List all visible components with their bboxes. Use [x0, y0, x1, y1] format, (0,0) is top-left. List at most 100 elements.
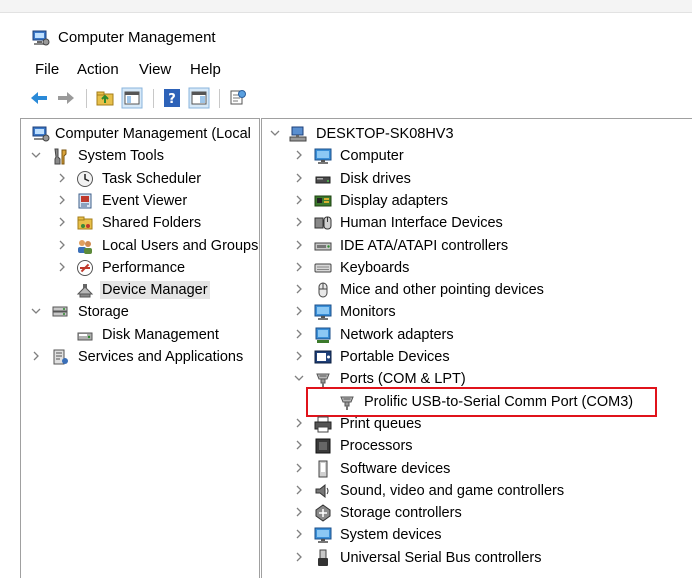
chevron-right-icon[interactable]: [55, 237, 69, 253]
clock-icon: [76, 170, 94, 188]
console-tree-pane: Computer Management (Local System Tools Ta…: [20, 118, 260, 578]
device-category-item-keyboards[interactable]: Keyboards: [262, 257, 692, 279]
chevron-right-icon[interactable]: [55, 259, 69, 275]
device-category-item-processors[interactable]: Processors: [262, 435, 692, 457]
chevron-right-icon[interactable]: [292, 549, 306, 565]
device-category-item-portable-devices[interactable]: Portable Devices: [262, 346, 692, 368]
device-category-item-label: Monitors: [340, 304, 396, 321]
device-category-item-label: Disk drives: [340, 170, 411, 187]
device-category-item-display-adapters[interactable]: Display adapters: [262, 190, 692, 212]
menu-bar: File Action View Help: [0, 58, 692, 82]
device-category-item-label: Portable Devices: [340, 349, 450, 365]
menu-action[interactable]: Action: [75, 60, 121, 79]
tree-item-storage[interactable]: Storage: [21, 301, 259, 323]
console-tree-icon[interactable]: [121, 87, 143, 109]
chevron-down-icon[interactable]: [29, 303, 43, 319]
device-category-item-system-devices[interactable]: System devices: [262, 524, 692, 546]
users-icon: [76, 237, 94, 255]
up-folder-icon[interactable]: [94, 87, 116, 109]
chevron-down-icon[interactable]: [29, 147, 43, 163]
tree-item-system-tools[interactable]: System Tools: [21, 145, 259, 167]
menu-file[interactable]: File: [33, 60, 61, 79]
chevron-right-icon[interactable]: [292, 170, 306, 186]
chevron-right-icon[interactable]: [292, 259, 306, 275]
chevron-down-icon[interactable]: [292, 370, 306, 386]
chevron-right-icon[interactable]: [29, 348, 43, 364]
chevron-right-icon[interactable]: [55, 214, 69, 230]
device-category-item-print-queues[interactable]: Print queues: [262, 413, 692, 435]
device-category-item-sound-video-and-game-controllers[interactable]: Sound, video and game controllers: [262, 480, 692, 502]
device-category-item-computer[interactable]: Computer: [262, 145, 692, 167]
toolbar-separator: [153, 89, 154, 108]
device-category-item-label: Human Interface Devices: [340, 215, 503, 232]
chevron-right-icon[interactable]: [292, 437, 306, 453]
chevron-right-icon[interactable]: [292, 147, 306, 163]
device-category-item-label: System devices: [340, 527, 442, 544]
toolbar: ?: [0, 86, 692, 116]
device-category-item-label: Keyboards: [340, 259, 410, 276]
chevron-right-icon[interactable]: [292, 214, 306, 230]
chevron-right-icon[interactable]: [292, 326, 306, 342]
device-category-item-label: Universal Serial Bus controllers: [340, 549, 542, 566]
properties-icon[interactable]: [227, 87, 249, 109]
tree-item-event-viewer[interactable]: Event Viewer: [21, 190, 259, 212]
chevron-right-icon[interactable]: [292, 303, 306, 319]
tree-item-label: Performance: [102, 259, 186, 276]
chevron-down-icon[interactable]: [268, 125, 282, 141]
chevron-right-icon[interactable]: [292, 348, 306, 364]
menu-help[interactable]: Help: [188, 60, 223, 79]
ide-controller-icon: [314, 237, 332, 255]
chevron-right-icon[interactable]: [292, 237, 306, 253]
chevron-right-icon[interactable]: [292, 415, 306, 431]
chevron-right-icon[interactable]: [292, 281, 306, 297]
menu-view[interactable]: View: [137, 60, 173, 79]
back-arrow-icon[interactable]: [28, 87, 50, 109]
disk-drive-icon: [314, 170, 332, 188]
chevron-right-icon[interactable]: [292, 504, 306, 520]
tree-item-disk-management[interactable]: Disk Management: [21, 324, 259, 346]
tree-item-label: Disk Management: [102, 326, 219, 343]
action-pane-icon[interactable]: [188, 87, 210, 109]
device-category-item-storage-controllers[interactable]: Storage controllers: [262, 502, 692, 524]
tree-item-shared-folders[interactable]: Shared Folders: [21, 212, 259, 234]
chevron-right-icon[interactable]: [55, 170, 69, 186]
computer-management-icon: [32, 29, 50, 47]
tree-item-local-users-and-groups[interactable]: Local Users and Groups: [21, 235, 259, 257]
tree-item-performance[interactable]: Performance: [21, 257, 259, 279]
device-category-item-monitors[interactable]: Monitors: [262, 301, 692, 323]
chevron-right-icon[interactable]: [292, 482, 306, 498]
tree-item-label: Computer Management (Local: [55, 126, 251, 142]
tree-item-services-and-applications[interactable]: Services and Applications: [21, 346, 259, 368]
device-category-item-label: Computer: [340, 148, 404, 165]
device-category-item-ide-ata-atapi-controllers[interactable]: IDE ATA/ATAPI controllers: [262, 235, 692, 257]
tree-item-label: Storage: [78, 304, 129, 321]
device-category-item-human-interface-devices[interactable]: Human Interface Devices: [262, 212, 692, 234]
network-adapter-icon: [314, 326, 332, 344]
shared-folder-icon: [76, 214, 94, 232]
tree-item-label: Device Manager: [100, 281, 210, 300]
forward-arrow-icon[interactable]: [55, 87, 77, 109]
help-icon[interactable]: ?: [161, 87, 183, 109]
tree-item-device-manager[interactable]: Device Manager: [21, 279, 259, 301]
device-category-item-label: Sound, video and game controllers: [340, 482, 565, 499]
chevron-right-icon[interactable]: [55, 192, 69, 208]
chevron-right-icon[interactable]: [292, 192, 306, 208]
device-category-item-disk-drives[interactable]: Disk drives: [262, 168, 692, 190]
tree-item-computer-management-local[interactable]: Computer Management (Local: [21, 123, 259, 145]
speaker-icon: [314, 482, 332, 500]
chevron-right-icon[interactable]: [292, 460, 306, 476]
tree-item-label: Shared Folders: [102, 215, 202, 232]
device-category-item-label: Ports (COM & LPT): [340, 371, 466, 388]
device-category-item-universal-serial-bus-controllers[interactable]: Universal Serial Bus controllers: [262, 547, 692, 569]
event-viewer-icon: [76, 192, 94, 210]
device-category-item-network-adapters[interactable]: Network adapters: [262, 324, 692, 346]
device-category-item-mice-and-other-pointing-devices[interactable]: Mice and other pointing devices: [262, 279, 692, 301]
toolbar-separator: [219, 89, 220, 108]
chevron-right-icon[interactable]: [292, 526, 306, 542]
device-category-item-label: Display adapters: [340, 192, 448, 209]
device-category-item-software-devices[interactable]: Software devices: [262, 458, 692, 480]
device-root-item-desktop-sk08hv3[interactable]: DESKTOP-SK08HV3: [262, 123, 692, 145]
tree-item-task-scheduler[interactable]: Task Scheduler: [21, 168, 259, 190]
disk-management-icon: [76, 326, 94, 344]
window-title: Computer Management: [58, 29, 216, 46]
